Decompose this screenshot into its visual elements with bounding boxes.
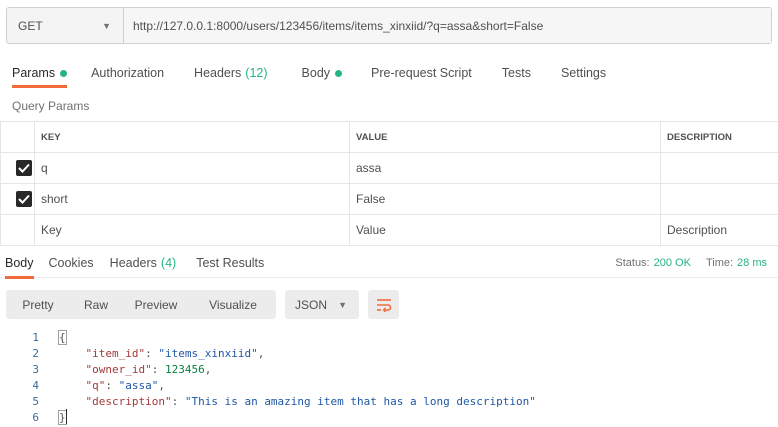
view-pretty-button[interactable]: Pretty [6, 290, 70, 319]
code-line: 3 "owner_id": 123456, [0, 361, 778, 377]
column-header-description: DESCRIPTION [660, 121, 778, 153]
table-header-row: KEY VALUE DESCRIPTION [0, 121, 778, 153]
format-label: JSON [295, 297, 328, 312]
view-preview-button[interactable]: Preview [122, 290, 190, 319]
response-time[interactable]: 28 ms [737, 257, 767, 269]
view-visualize-button[interactable]: Visualize [190, 290, 276, 319]
line-number: 3 [32, 362, 39, 376]
response-status: Status: 200 OK Time: 28 ms [615, 257, 767, 269]
new-key-input[interactable]: Key [34, 214, 350, 246]
tab-cookies[interactable]: Cookies [49, 248, 94, 278]
param-checkbox[interactable] [16, 191, 32, 207]
tab-authorization[interactable]: Authorization [91, 58, 164, 88]
chevron-down-icon: ▼ [338, 299, 347, 310]
query-params-table: KEY VALUE DESCRIPTION q assa short False… [0, 121, 778, 246]
column-header-key: KEY [34, 121, 350, 153]
table-row: q assa [0, 152, 778, 184]
code-line: 2 "item_id": "items_xinxiid", [0, 345, 778, 361]
status-code[interactable]: 200 OK [654, 257, 691, 269]
tab-pre-request-script[interactable]: Pre-request Script [371, 58, 472, 88]
tab-settings[interactable]: Settings [561, 58, 606, 88]
tab-body[interactable]: Body [302, 58, 343, 88]
param-checkbox[interactable] [16, 160, 32, 176]
code-line: 4 "q": "assa", [0, 377, 778, 393]
code-line: 1 { [0, 329, 778, 345]
text-cursor [66, 409, 67, 424]
wrap-lines-icon [376, 298, 391, 312]
param-description-cell[interactable] [660, 152, 778, 184]
param-key-cell[interactable]: short [34, 183, 350, 215]
table-row-empty: Key Value Description [0, 214, 778, 246]
param-value-cell[interactable]: False [349, 183, 661, 215]
param-description-cell[interactable] [660, 183, 778, 215]
headers-count: (12) [245, 66, 268, 80]
url-input[interactable]: http://127.0.0.1:8000/users/123456/items… [124, 8, 771, 43]
response-body-code[interactable]: 1 { 2 "item_id": "items_xinxiid", 3 "own… [0, 329, 778, 425]
view-mode-group: Pretty Raw Preview Visualize [6, 290, 276, 319]
line-number: 6 [32, 410, 39, 424]
method-select[interactable]: GET ▼ [7, 8, 124, 43]
modified-dot-icon [60, 69, 68, 77]
tab-response-headers[interactable]: Headers (4) [110, 248, 177, 278]
tab-test-results[interactable]: Test Results [196, 248, 264, 278]
modified-dot-icon [335, 69, 343, 77]
param-key-cell[interactable]: q [34, 152, 350, 184]
new-value-input[interactable]: Value [349, 214, 661, 246]
method-label: GET [18, 18, 43, 33]
table-row: short False [0, 183, 778, 215]
tab-headers[interactable]: Headers (12) [194, 58, 267, 88]
code-line: 6 } [0, 409, 778, 425]
tab-params[interactable]: Params [12, 58, 68, 88]
query-params-label: Query Params [12, 99, 90, 113]
response-headers-count: (4) [160, 256, 177, 270]
param-value-cell[interactable]: assa [349, 152, 661, 184]
new-description-input[interactable]: Description [660, 214, 778, 246]
request-tabs: Params Authorization Headers (12) Body Pr… [0, 58, 778, 88]
format-select[interactable]: JSON ▼ [285, 290, 359, 319]
wrap-lines-button[interactable] [368, 290, 399, 319]
view-raw-button[interactable]: Raw [70, 290, 122, 319]
request-url-bar: GET ▼ http://127.0.0.1:8000/users/123456… [6, 7, 772, 44]
response-bar: Body Cookies Headers (4) Test Results Sta… [0, 248, 778, 279]
check-icon [18, 163, 30, 173]
check-icon [18, 194, 30, 204]
line-number: 5 [32, 394, 39, 408]
tab-tests[interactable]: Tests [502, 58, 531, 88]
line-number: 1 [32, 330, 39, 344]
tab-response-body[interactable]: Body [5, 248, 34, 279]
line-number: 4 [32, 378, 39, 392]
chevron-down-icon: ▼ [102, 20, 111, 31]
code-line: 5 "description": "This is an amazing ite… [0, 393, 778, 409]
line-number: 2 [32, 346, 39, 360]
column-header-value: VALUE [349, 121, 661, 153]
